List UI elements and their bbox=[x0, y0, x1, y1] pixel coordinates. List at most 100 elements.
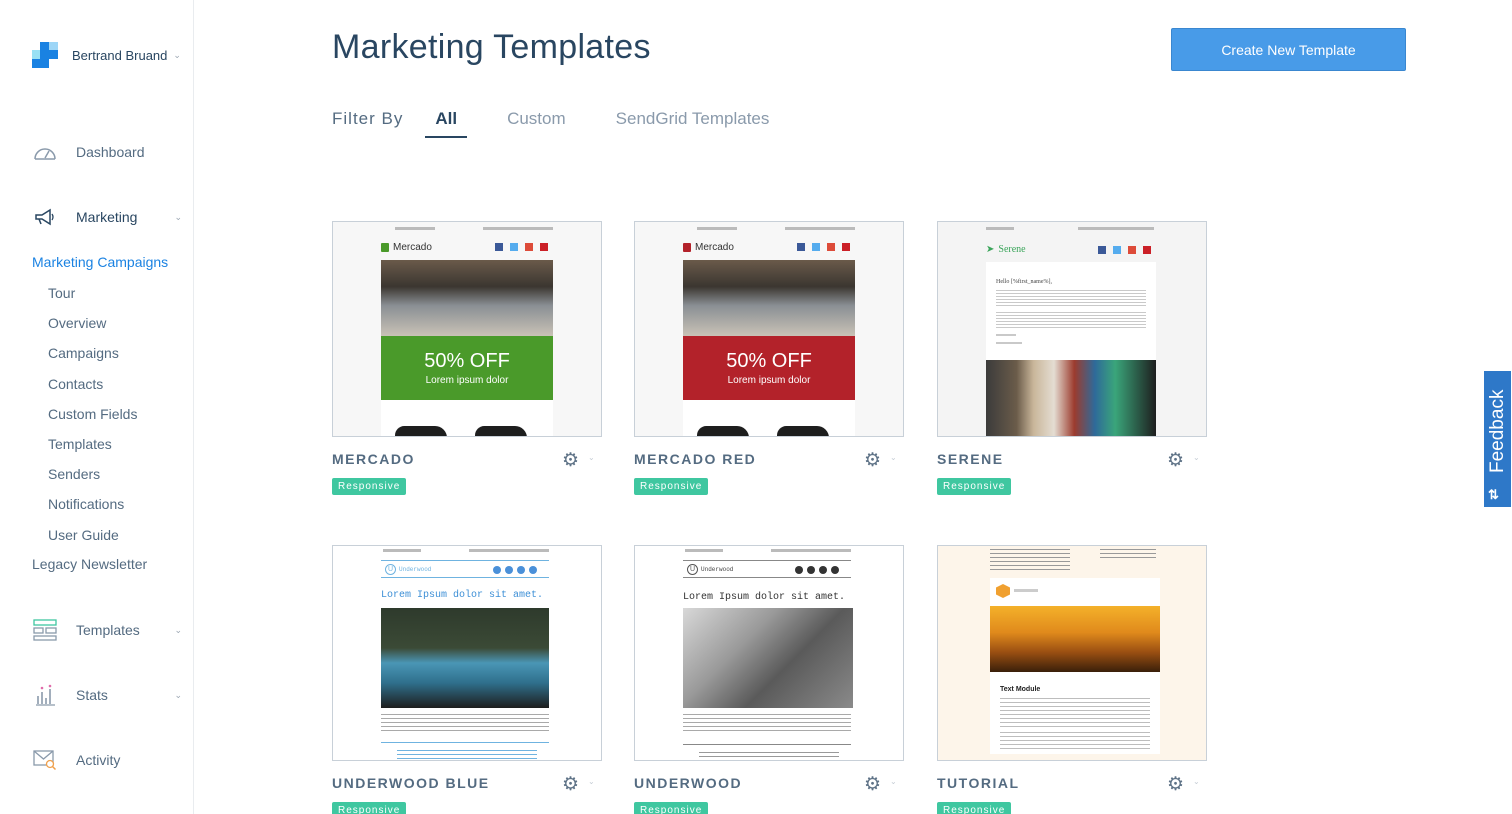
promo-subtitle: Lorem ipsum dolor bbox=[425, 375, 509, 386]
module-title: Text Module bbox=[1000, 686, 1041, 693]
shoes-photo bbox=[381, 400, 553, 436]
leaf-icon: ➤ bbox=[986, 244, 995, 255]
submenu-item-overview[interactable]: Overview bbox=[48, 314, 137, 344]
view-online-text bbox=[785, 227, 855, 230]
facebook-icon bbox=[797, 243, 805, 251]
pinterest-icon bbox=[831, 566, 839, 574]
social-icons bbox=[795, 566, 839, 574]
template-name: SERENE bbox=[937, 451, 1004, 467]
chevron-down-icon[interactable]: ⌄ bbox=[1193, 777, 1200, 786]
shopping-bag-icon bbox=[683, 243, 691, 252]
pinterest-icon bbox=[1143, 246, 1151, 254]
submenu-item-tour[interactable]: Tour bbox=[48, 284, 137, 314]
pinterest-icon bbox=[842, 243, 850, 251]
divider bbox=[381, 742, 549, 743]
submenu-item-senders[interactable]: Senders bbox=[48, 465, 137, 495]
account-switcher[interactable]: Bertrand Bruand ⌄ bbox=[32, 42, 181, 68]
template-name: MERCADO RED bbox=[634, 451, 757, 467]
bridge-photo bbox=[683, 608, 853, 708]
gear-icon[interactable]: ⚙ bbox=[1167, 449, 1184, 472]
promo-subtitle: Lorem ipsum dolor bbox=[727, 375, 811, 386]
facebook-icon bbox=[493, 566, 501, 574]
nav-stats[interactable]: Stats ⌄ bbox=[32, 684, 182, 706]
divider bbox=[683, 744, 851, 745]
submenu-item-notifications[interactable]: Notifications bbox=[48, 495, 137, 525]
nav-legacy-newsletter[interactable]: Legacy Newsletter bbox=[32, 556, 147, 572]
facebook-icon bbox=[795, 566, 803, 574]
header-band: U Underwood bbox=[381, 560, 549, 578]
chevron-down-icon: ⌄ bbox=[174, 689, 182, 700]
gear-icon[interactable]: ⚙ bbox=[864, 773, 881, 796]
chevron-down-icon[interactable]: ⌄ bbox=[1193, 453, 1200, 462]
submenu-item-user-guide[interactable]: User Guide bbox=[48, 526, 137, 556]
logo-text bbox=[1014, 589, 1038, 592]
template-thumbnail[interactable]: Mercado 50% OFF Lorem ipsum dolor bbox=[634, 221, 904, 437]
google-plus-icon bbox=[517, 566, 525, 574]
brand-name: Underwood bbox=[701, 566, 734, 573]
feedback-tab[interactable]: Feedback ⇅ bbox=[1483, 370, 1512, 508]
template-thumbnail[interactable]: U Underwood Lorem Ipsum dolor sit amet. bbox=[634, 545, 904, 761]
nav-templates[interactable]: Templates ⌄ bbox=[32, 619, 182, 641]
feedback-label: Feedback bbox=[1487, 389, 1508, 473]
shoe bbox=[395, 426, 447, 436]
promo-title: 50% OFF bbox=[424, 350, 510, 372]
pinterest-icon bbox=[540, 243, 548, 251]
template-thumbnail[interactable]: U Underwood Lorem Ipsum dolor sit amet. bbox=[332, 545, 602, 761]
content-block: Text Module bbox=[990, 578, 1160, 754]
pinterest-icon bbox=[529, 566, 537, 574]
bar-chart-icon bbox=[32, 684, 58, 706]
template-thumbnail[interactable]: Text Module bbox=[937, 545, 1207, 761]
chevron-down-icon[interactable]: ⌄ bbox=[890, 777, 897, 786]
chevron-down-icon[interactable]: ⌄ bbox=[890, 453, 897, 462]
preheader-text bbox=[685, 549, 723, 552]
brand-name: Mercado bbox=[393, 242, 432, 253]
create-new-template-button[interactable]: Create New Template bbox=[1171, 28, 1406, 71]
hero-photo bbox=[683, 260, 855, 336]
page-title: Marketing Templates bbox=[332, 28, 651, 66]
nav-marketing-label: Marketing bbox=[76, 209, 138, 225]
nav-marketing-campaigns[interactable]: Marketing Campaigns bbox=[32, 254, 168, 270]
gear-icon[interactable]: ⚙ bbox=[562, 449, 579, 472]
google-plus-icon bbox=[827, 243, 835, 251]
nav-activity[interactable]: Activity bbox=[32, 749, 182, 771]
typewriter-logo-icon: U bbox=[687, 564, 698, 575]
chevron-down-icon[interactable]: ⌄ bbox=[588, 777, 595, 786]
nav-dashboard[interactable]: Dashboard bbox=[32, 141, 182, 163]
template-card: U Underwood Lorem Ipsum dolor sit amet. … bbox=[332, 545, 602, 814]
gear-icon[interactable]: ⚙ bbox=[562, 773, 579, 796]
signoff-line bbox=[996, 342, 1022, 344]
nav-marketing[interactable]: Marketing ⌄ bbox=[32, 206, 182, 228]
chevron-down-icon[interactable]: ⌄ bbox=[588, 453, 595, 462]
template-thumbnail[interactable]: ➤ Serene Hello [%first_name%], bbox=[937, 221, 1207, 437]
promo-banner: 50% OFF Lorem ipsum dolor bbox=[381, 336, 553, 400]
template-brand: Mercado bbox=[381, 242, 432, 253]
shoes-photo bbox=[683, 400, 855, 436]
google-plus-icon bbox=[1128, 246, 1136, 254]
chevron-down-icon: ⌄ bbox=[174, 624, 182, 635]
gear-icon[interactable]: ⚙ bbox=[864, 449, 881, 472]
responsive-badge: Responsive bbox=[937, 478, 1012, 495]
preheader-text bbox=[383, 549, 421, 552]
submenu-item-custom-fields[interactable]: Custom Fields bbox=[48, 405, 137, 435]
filter-tab-custom[interactable]: Custom bbox=[497, 108, 576, 136]
template-headline: Lorem Ipsum dolor sit amet. bbox=[381, 590, 544, 601]
nav-templates-label: Templates bbox=[76, 622, 140, 638]
hexagon-logo-icon bbox=[996, 584, 1010, 598]
paragraph-lines bbox=[683, 714, 851, 732]
filter-tab-all[interactable]: All bbox=[425, 108, 468, 138]
gear-icon[interactable]: ⚙ bbox=[1167, 773, 1184, 796]
sunset-photo bbox=[990, 606, 1160, 672]
paragraph-lines bbox=[381, 714, 549, 732]
filter-tab-sendgrid-templates[interactable]: SendGrid Templates bbox=[606, 108, 780, 136]
submenu-item-contacts[interactable]: Contacts bbox=[48, 375, 137, 405]
template-thumbnail[interactable]: Mercado 50% OFF Lorem ipsum dolor bbox=[332, 221, 602, 437]
responsive-badge: Responsive bbox=[332, 478, 407, 495]
responsive-badge: Responsive bbox=[937, 802, 1012, 814]
submenu-item-campaigns[interactable]: Campaigns bbox=[48, 344, 137, 374]
view-online-text bbox=[771, 549, 851, 552]
paragraph-lines bbox=[1000, 732, 1150, 752]
nav-dashboard-label: Dashboard bbox=[76, 144, 145, 160]
facebook-icon bbox=[1098, 246, 1106, 254]
submenu-item-templates[interactable]: Templates bbox=[48, 435, 137, 465]
mail-search-icon bbox=[32, 749, 58, 771]
